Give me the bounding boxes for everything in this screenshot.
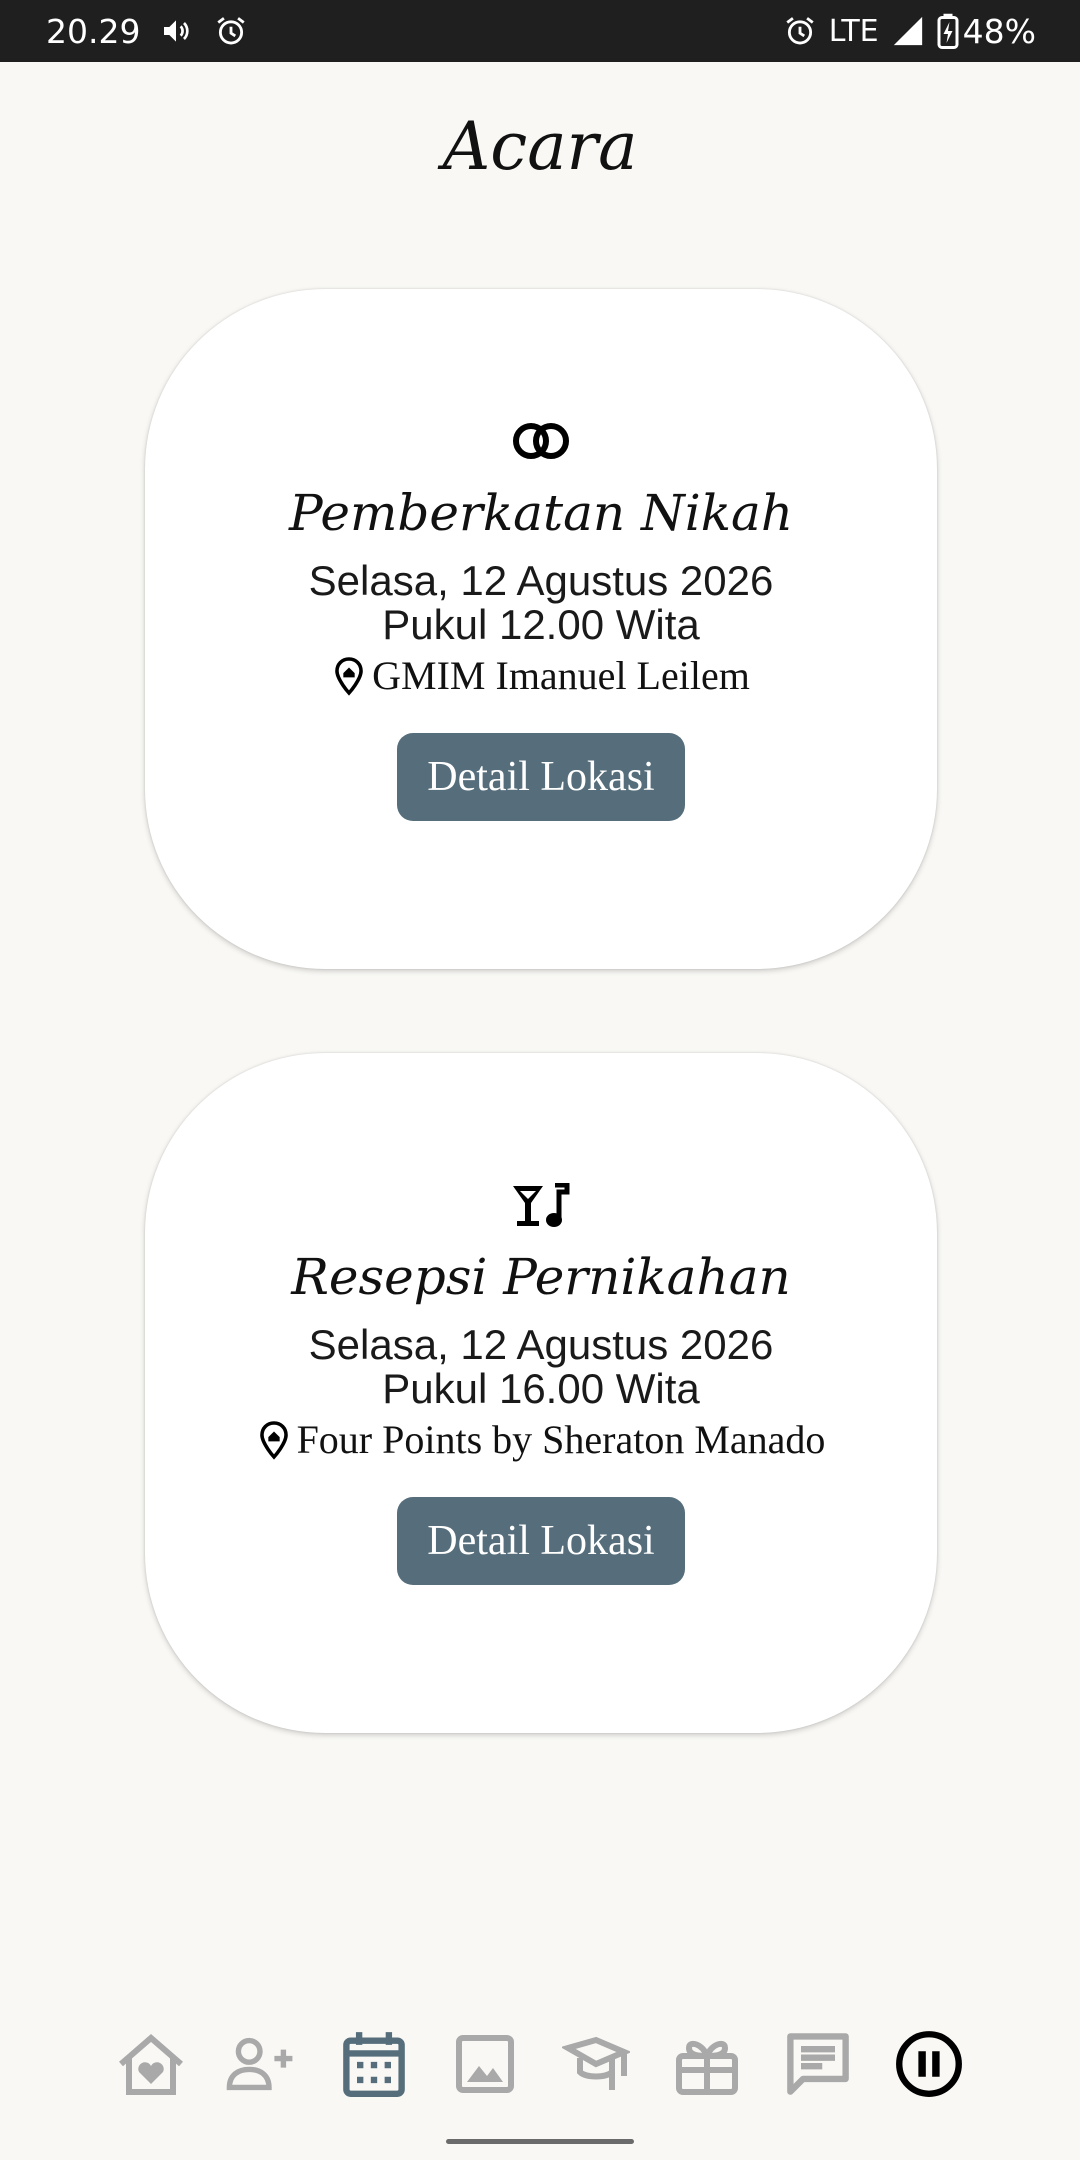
page-title: Acara (442, 108, 638, 185)
nav-gift[interactable] (671, 2028, 743, 2100)
event-date: Selasa, 12 Agustus 2026 (308, 1321, 774, 1368)
event-date: Selasa, 12 Agustus 2026 (308, 557, 774, 604)
network-type: LTE (828, 13, 879, 49)
alarm-icon (217, 17, 246, 45)
event-title: Pemberkatan Nikah (288, 484, 794, 542)
nav-events[interactable] (338, 2028, 410, 2100)
home-heart-icon (119, 2034, 183, 2095)
gift-icon (676, 2040, 738, 2095)
image-icon (456, 2035, 514, 2093)
add-person-icon (226, 2037, 293, 2091)
nav-story[interactable] (560, 2028, 632, 2100)
home-indicator[interactable] (446, 2139, 634, 2144)
event-card-reception: Resepsi Pernikahan Selasa, 12 Agustus 20… (145, 1053, 937, 1733)
event-title: Resepsi Pernikahan (291, 1248, 791, 1306)
pause-icon (896, 2031, 962, 2097)
event-location-text: GMIM Imanuel Leilem (372, 653, 750, 698)
nav-gallery[interactable] (449, 2028, 521, 2100)
volume-icon (164, 20, 190, 42)
event-location: Four Points by Sheraton Manado (145, 1416, 937, 1463)
detail-location-button[interactable]: Detail Lokasi (397, 733, 685, 821)
battery-charging-icon (937, 13, 959, 49)
event-location: GMIM Imanuel Leilem (145, 652, 937, 699)
graduation-icon (562, 2036, 630, 2090)
event-time: Pukul 16.00 Wita (382, 1365, 700, 1412)
message-icon (787, 2033, 849, 2095)
event-location-text: Four Points by Sheraton Manado (296, 1417, 826, 1462)
location-pin-icon (335, 656, 363, 696)
battery-level: 48% (962, 11, 1036, 51)
nav-home[interactable] (115, 2028, 187, 2100)
signal-icon (893, 16, 922, 46)
event-card-ceremony: Pemberkatan Nikah Selasa, 12 Agustus 202… (145, 289, 937, 969)
nav-guests[interactable] (224, 2028, 296, 2100)
event-time: Pukul 12.00 Wita (382, 601, 700, 648)
wedding-rings-icon (513, 423, 569, 459)
status-time: 20.29 (46, 11, 141, 51)
status-bar: 20.29 LTE 48% (0, 0, 1080, 62)
music-pause-button[interactable] (893, 2028, 965, 2100)
bottom-nav (0, 2020, 1080, 2106)
alarm-icon (786, 17, 814, 45)
detail-location-button[interactable]: Detail Lokasi (397, 1497, 685, 1585)
nav-messages[interactable] (782, 2028, 854, 2100)
calendar-icon (343, 2032, 405, 2097)
cocktail-music-icon (513, 1183, 570, 1227)
location-pin-icon (259, 1420, 288, 1460)
